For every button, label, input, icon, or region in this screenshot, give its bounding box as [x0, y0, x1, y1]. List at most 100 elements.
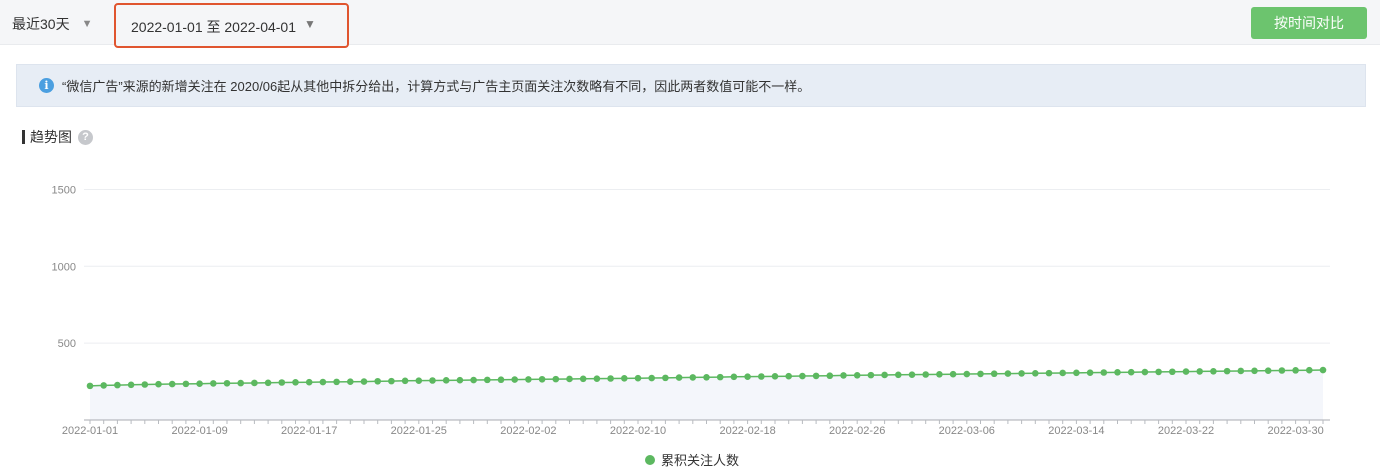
data-point: [1127, 368, 1135, 376]
x-tick-label: 2022-02-18: [719, 425, 775, 437]
data-point: [949, 370, 957, 378]
range-dropdown[interactable]: 最近30天 ▼: [12, 14, 92, 34]
data-point: [977, 370, 984, 378]
compare-by-time-button[interactable]: 按时间对比: [1251, 7, 1367, 39]
x-tick-label: 2022-01-17: [281, 425, 337, 437]
data-point: [1306, 366, 1313, 374]
data-point: [1182, 368, 1190, 375]
data-point: [853, 371, 861, 379]
data-point: [470, 376, 477, 384]
legend-swatch: [645, 454, 655, 465]
notice-text: “微信广告”来源的新增关注在 2020/06起从其他中拆分给出，计算方式与广告主…: [62, 79, 811, 94]
data-point: [141, 381, 149, 388]
data-point: [730, 373, 738, 381]
caret-down-icon: ▼: [81, 18, 93, 30]
x-tick-label: 2022-01-25: [391, 425, 447, 437]
data-point: [484, 376, 491, 384]
toolbar: 最近30天 ▼ 2022-01-01 至 2022-04-01 ▼ 按时间对比: [0, 0, 1380, 48]
data-point: [114, 381, 121, 389]
data-point: [1018, 370, 1025, 377]
data-point: [333, 378, 340, 386]
y-tick-label: 1500: [52, 184, 76, 196]
date-range-text: 2022-01-01 至 2022-04-01: [131, 19, 297, 35]
data-point: [429, 377, 436, 384]
data-point: [1210, 367, 1217, 375]
data-point: [1237, 367, 1245, 375]
data-point: [223, 379, 231, 387]
data-point: [374, 377, 382, 385]
data-point: [1155, 368, 1162, 376]
data-point: [1264, 367, 1272, 374]
data-point: [1045, 369, 1053, 377]
chart-legend[interactable]: 累积关注人数: [645, 450, 739, 468]
data-point: [1278, 367, 1286, 374]
data-point: [840, 372, 847, 379]
data-point: [127, 381, 135, 389]
data-point: [305, 378, 313, 386]
data-point: [785, 372, 792, 380]
x-tick-label: 2022-03-14: [1048, 425, 1104, 437]
data-point: [196, 380, 203, 388]
info-icon: i: [39, 78, 54, 93]
data-point: [1169, 368, 1176, 376]
data-point: [895, 371, 902, 379]
question-icon[interactable]: ?: [78, 129, 93, 145]
data-point: [593, 375, 601, 382]
data-point: [758, 373, 765, 380]
data-point: [634, 374, 642, 382]
x-tick-label: 2022-01-09: [171, 425, 227, 437]
data-point: [812, 372, 820, 380]
data-point: [716, 373, 724, 381]
data-point: [867, 371, 875, 379]
data-point: [401, 377, 409, 385]
data-point: [292, 379, 299, 386]
data-point: [771, 373, 779, 380]
data-point: [1196, 368, 1203, 375]
notice-banner: i “微信广告”来源的新增关注在 2020/06起从其他中拆分给出，计算方式与广…: [16, 64, 1366, 107]
range-dropdown-label: 最近30天: [12, 16, 70, 32]
data-point: [1141, 368, 1149, 376]
data-point: [936, 371, 943, 378]
data-point: [1292, 367, 1299, 374]
data-point: [237, 379, 244, 387]
data-point: [388, 377, 395, 385]
data-point: [1059, 369, 1066, 377]
data-point: [675, 374, 683, 381]
data-point: [442, 377, 450, 384]
data-point: [607, 375, 614, 382]
data-point: [525, 376, 532, 383]
data-point: [1100, 369, 1108, 376]
x-tick-label: 2022-02-26: [829, 425, 885, 437]
data-point: [155, 380, 162, 388]
legend-label: 累积关注人数: [661, 453, 740, 468]
data-point: [648, 374, 655, 382]
data-point: [347, 378, 354, 386]
data-point: [182, 380, 190, 388]
data-point: [168, 380, 176, 388]
date-range-picker[interactable]: 2022-01-01 至 2022-04-01 ▼: [114, 3, 349, 48]
x-tick-label: 2022-03-30: [1267, 425, 1323, 437]
x-tick-label: 2022-01-01: [62, 425, 118, 437]
data-point: [922, 371, 929, 378]
data-point: [689, 374, 697, 381]
data-point: [1004, 370, 1012, 377]
data-point: [703, 373, 710, 381]
section-title: 趋势图 ?: [22, 127, 93, 147]
data-point: [264, 379, 272, 387]
data-point: [908, 371, 916, 378]
y-tick-label: 1000: [52, 261, 76, 273]
data-point: [566, 375, 573, 383]
data-point: [963, 370, 971, 378]
data-point: [744, 373, 751, 380]
data-point: [100, 382, 107, 389]
data-point: [511, 376, 518, 383]
data-point: [360, 378, 368, 385]
data-point: [415, 377, 423, 384]
data-point: [538, 375, 546, 383]
data-point: [579, 375, 587, 383]
data-point: [456, 376, 464, 384]
x-tick-label: 2022-03-06: [939, 425, 995, 437]
x-tick-label: 2022-02-10: [610, 425, 666, 437]
data-point: [1073, 369, 1080, 377]
data-point: [1114, 369, 1121, 376]
